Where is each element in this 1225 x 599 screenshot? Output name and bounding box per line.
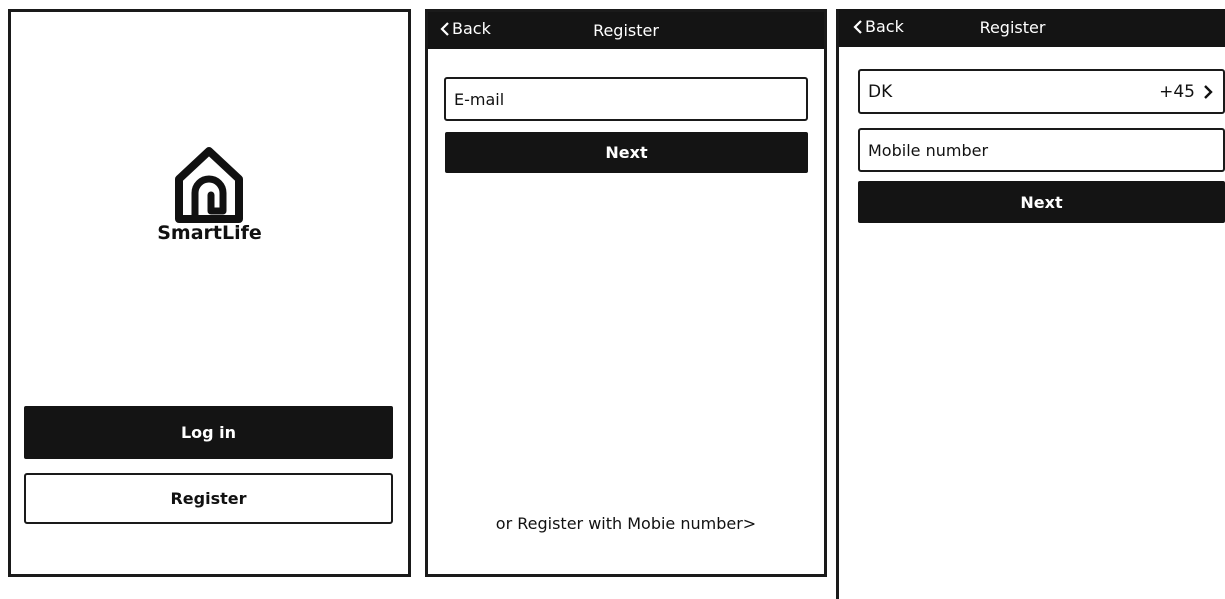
country-selector[interactable]: DK +45 [858, 69, 1225, 114]
mobile-number-field[interactable]: Mobile number [858, 128, 1225, 172]
country-code: DK [868, 81, 893, 102]
welcome-screen: SmartLife Log in Register [8, 9, 411, 577]
top-bar: Back Register [839, 9, 1225, 47]
chevron-right-icon [1204, 84, 1213, 99]
app-name: SmartLife [157, 222, 262, 244]
dial-code: +45 [1159, 81, 1195, 102]
top-bar: Back Register [428, 12, 824, 49]
page-title: Register [979, 18, 1046, 37]
login-button[interactable]: Log in [24, 406, 393, 459]
register-email-screen: Back Register E-mail Next or Register wi… [425, 9, 827, 577]
register-button[interactable]: Register [24, 473, 393, 524]
register-mobile-screen: Back Register DK +45 Mobile number Next [836, 9, 1225, 599]
house-logo-icon [175, 147, 243, 223]
email-field[interactable]: E-mail [444, 77, 808, 121]
page-title: Register [593, 21, 659, 40]
next-button[interactable]: Next [445, 132, 808, 173]
next-button[interactable]: Next [858, 181, 1225, 223]
register-with-mobile-link[interactable]: or Register with Mobie number> [428, 514, 824, 533]
